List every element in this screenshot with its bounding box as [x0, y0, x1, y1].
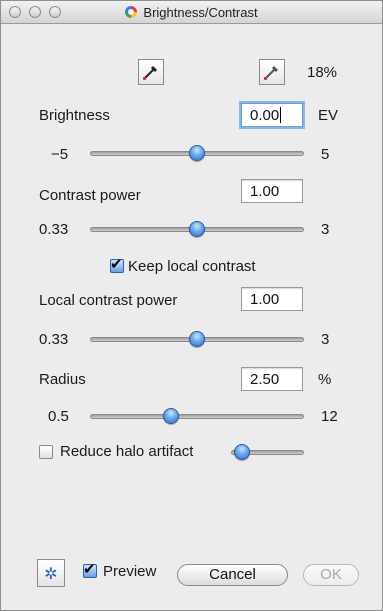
gear-icon: ✲: [44, 563, 58, 583]
reduce-halo-artifact-checkbox[interactable]: [39, 445, 53, 459]
local-contrast-power-min-label: 0.33: [39, 331, 69, 348]
contrast-power-slider-knob[interactable]: [189, 221, 205, 237]
radius-slider-track[interactable]: [90, 414, 304, 419]
local-contrast-power-field[interactable]: 1.00: [241, 287, 303, 311]
preview-checkbox[interactable]: ✔: [83, 560, 97, 578]
window-title-wrap: Brightness/Contrast: [1, 1, 382, 23]
text-caret: [280, 107, 282, 123]
brightness-field[interactable]: 0.00: [241, 103, 303, 127]
contrast-power-field[interactable]: 1.00: [241, 179, 303, 203]
local-contrast-power-max-label: 3: [321, 331, 330, 348]
local-contrast-power-label: Local contrast power: [39, 292, 178, 309]
keep-local-contrast-checkbox[interactable]: ✔: [110, 255, 124, 273]
brightness-min-label: −5: [51, 146, 69, 163]
keep-local-contrast-label: Keep local contrast: [128, 258, 256, 275]
brightness-label: Brightness: [39, 107, 110, 124]
eyedropper-icon: [142, 65, 158, 81]
halo-slider-knob[interactable]: [233, 444, 250, 460]
eyedropper-icon: [263, 65, 279, 81]
preview-label: Preview: [103, 563, 157, 580]
window-title: Brightness/Contrast: [143, 4, 258, 20]
contrast-power-min-label: 0.33: [39, 221, 69, 238]
brightness-value: 0.00: [250, 107, 280, 124]
checkmark-icon: ✔: [110, 255, 123, 273]
radius-min-label: 0.5: [48, 408, 69, 425]
brightness-unit: EV: [318, 107, 339, 124]
radius-label: Radius: [39, 371, 86, 388]
local-contrast-power-slider-knob[interactable]: [189, 331, 205, 347]
radius-unit: %: [318, 371, 332, 388]
checkmark-icon: ✔: [83, 560, 96, 578]
reduce-halo-artifact-label: Reduce halo artifact: [60, 443, 194, 460]
brightness-contrast-window: Brightness/Contrast 18% Brightness 0.00 …: [0, 0, 383, 611]
radius-max-label: 12: [321, 408, 338, 425]
brightness-max-label: 5: [321, 146, 330, 163]
contrast-power-label: Contrast power: [39, 187, 141, 204]
title-bar[interactable]: Brightness/Contrast: [1, 1, 382, 24]
black-point-picker-button[interactable]: [138, 59, 164, 85]
contrast-power-max-label: 3: [321, 221, 330, 238]
color-wheel-icon: [125, 6, 138, 18]
brightness-slider-knob[interactable]: [189, 145, 205, 161]
radius-slider-knob[interactable]: [163, 408, 180, 424]
white-point-picker-button[interactable]: [259, 59, 285, 85]
picker-percent: 18%: [307, 64, 338, 81]
radius-field[interactable]: 2.50: [241, 367, 303, 391]
options-button[interactable]: ✲: [37, 559, 65, 587]
ok-button[interactable]: OK: [303, 564, 359, 586]
cancel-button[interactable]: Cancel: [177, 564, 288, 586]
